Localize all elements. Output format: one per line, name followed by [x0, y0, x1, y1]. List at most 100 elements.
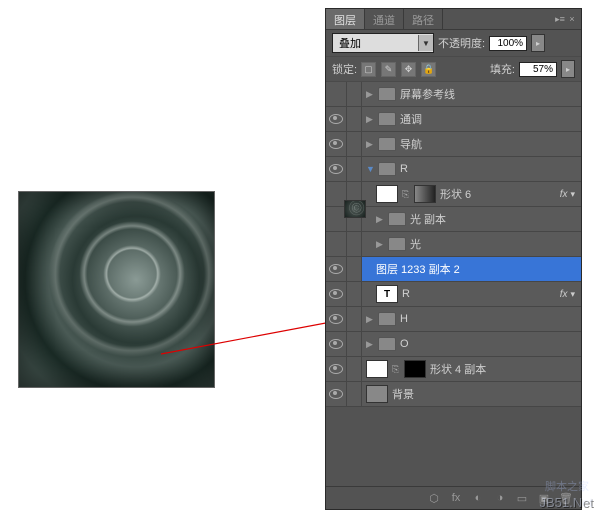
layer-thumb — [344, 200, 366, 218]
layer-row[interactable]: ▶ 导航 — [326, 132, 581, 157]
eye-icon — [329, 339, 343, 349]
opacity-slider[interactable]: ▸ — [531, 34, 545, 52]
expand-arrow-icon[interactable]: ▶ — [366, 314, 374, 325]
lock-row: 锁定: ▢ ✎ ✥ 🔒 填充: 57% ▸ — [326, 57, 581, 82]
eye-icon — [329, 139, 343, 149]
lock-position-icon[interactable]: ✥ — [401, 62, 416, 77]
layers-panel: 图层 通道 路径 ▸≡ × 叠加 ▼ 不透明度: 100% ▸ 锁定: ▢ ✎ … — [325, 8, 582, 510]
layer-row[interactable]: TRfx▾ — [326, 282, 581, 307]
panel-menu-icon[interactable]: ▸≡ — [555, 14, 565, 24]
visibility-toggle[interactable] — [326, 282, 347, 306]
visibility-toggle[interactable] — [326, 257, 347, 281]
visibility-toggle[interactable] — [326, 157, 347, 181]
adjustment-icon[interactable]: ◑ — [493, 491, 507, 505]
folder-icon — [378, 87, 396, 101]
folder-icon — [378, 112, 396, 126]
fx-badge[interactable]: fx▾ — [560, 289, 581, 300]
layer-row[interactable]: ▶O — [326, 332, 581, 357]
layer-row-selected[interactable]: 图层 1233 副本 2 — [326, 257, 581, 282]
layer-name: O — [400, 338, 409, 350]
lock-all-icon[interactable]: 🔒 — [421, 62, 436, 77]
mask-icon[interactable]: ◐ — [471, 491, 485, 505]
visibility-toggle[interactable] — [326, 132, 347, 156]
lock-transparent-icon[interactable]: ▢ — [361, 62, 376, 77]
layer-name: 图层 1233 副本 2 — [376, 261, 460, 277]
folder-icon — [378, 137, 396, 151]
preview-thumbnail — [18, 191, 215, 388]
watermark-text: 脚本之家 — [545, 478, 589, 494]
layer-row[interactable]: ▶光 — [326, 232, 581, 257]
expand-arrow-icon[interactable]: ▶ — [376, 214, 384, 225]
layer-name: 光 副本 — [410, 211, 446, 227]
layer-row[interactable]: 背景 — [326, 382, 581, 407]
folder-icon — [378, 337, 396, 351]
eye-icon — [329, 314, 343, 324]
layer-thumb — [366, 360, 388, 378]
tab-channels[interactable]: 通道 — [365, 9, 404, 29]
expand-arrow-icon[interactable]: ▼ — [366, 164, 374, 174]
blend-mode-dropdown[interactable]: 叠加 ▼ — [332, 33, 434, 53]
dropdown-arrow-icon: ▼ — [418, 35, 433, 51]
visibility-toggle[interactable] — [326, 332, 347, 356]
layer-row[interactable]: ▶ 屏幕参考线 — [326, 82, 581, 107]
eye-icon — [329, 289, 343, 299]
folder-icon — [378, 162, 396, 176]
layer-name: 形状 6 — [440, 186, 471, 202]
layer-name: 光 — [410, 236, 421, 252]
expand-arrow-icon[interactable]: ▶ — [366, 339, 374, 350]
visibility-toggle[interactable] — [326, 232, 347, 256]
text-layer-icon: T — [376, 285, 398, 303]
link-layers-icon[interactable]: ⬡ — [427, 491, 441, 505]
blend-mode-value: 叠加 — [333, 35, 418, 51]
tab-layers[interactable]: 图层 — [326, 9, 365, 29]
visibility-toggle[interactable] — [326, 357, 347, 381]
eye-icon — [329, 364, 343, 374]
visibility-toggle[interactable] — [326, 382, 347, 406]
mask-thumb — [404, 360, 426, 378]
expand-arrow-icon[interactable]: ▶ — [366, 139, 374, 150]
fill-input[interactable]: 57% — [519, 62, 557, 77]
mask-thumb — [414, 185, 436, 203]
opacity-label: 不透明度: — [438, 35, 485, 51]
link-icon: ⎘ — [402, 189, 410, 199]
eye-icon — [329, 114, 343, 124]
layer-name: 导航 — [400, 136, 422, 152]
eye-icon — [329, 264, 343, 274]
lock-label: 锁定: — [332, 61, 357, 77]
blend-row: 叠加 ▼ 不透明度: 100% ▸ — [326, 30, 581, 57]
lock-pixels-icon[interactable]: ✎ — [381, 62, 396, 77]
watermark-url: JB51.Net — [540, 495, 593, 510]
panel-tabs: 图层 通道 路径 — [326, 9, 443, 29]
fx-badge[interactable]: fx▾ — [560, 189, 581, 200]
visibility-toggle[interactable] — [326, 82, 347, 106]
opacity-input[interactable]: 100% — [489, 36, 527, 51]
layer-name: 屏幕参考线 — [400, 86, 455, 102]
expand-arrow-icon[interactable]: ▶ — [366, 89, 374, 100]
fill-label: 填充: — [490, 61, 515, 77]
visibility-toggle[interactable] — [326, 307, 347, 331]
fx-icon[interactable]: fx — [449, 491, 463, 505]
folder-icon — [388, 212, 406, 226]
tab-paths[interactable]: 路径 — [404, 9, 443, 29]
panel-close-icon[interactable]: × — [567, 14, 577, 24]
layer-name: 背景 — [392, 386, 414, 402]
layer-name: 形状 4 副本 — [430, 361, 486, 377]
expand-arrow-icon[interactable]: ▶ — [366, 114, 374, 125]
layer-name: 通调 — [400, 111, 422, 127]
fill-slider[interactable]: ▸ — [561, 60, 575, 78]
layer-thumb — [376, 185, 398, 203]
group-icon[interactable]: ▭ — [515, 491, 529, 505]
eye-icon — [329, 389, 343, 399]
link-icon: ⎘ — [392, 364, 400, 374]
layer-name: R — [402, 288, 410, 300]
layer-thumb — [366, 385, 388, 403]
layer-row[interactable]: ▼R — [326, 157, 581, 182]
layer-row[interactable]: ▶H — [326, 307, 581, 332]
layer-name: R — [400, 163, 408, 175]
eye-icon — [329, 164, 343, 174]
folder-icon — [378, 312, 396, 326]
layer-row[interactable]: ⎘ 形状 4 副本 — [326, 357, 581, 382]
layer-row[interactable]: ▶ 通调 — [326, 107, 581, 132]
expand-arrow-icon[interactable]: ▶ — [376, 239, 384, 250]
visibility-toggle[interactable] — [326, 107, 347, 131]
